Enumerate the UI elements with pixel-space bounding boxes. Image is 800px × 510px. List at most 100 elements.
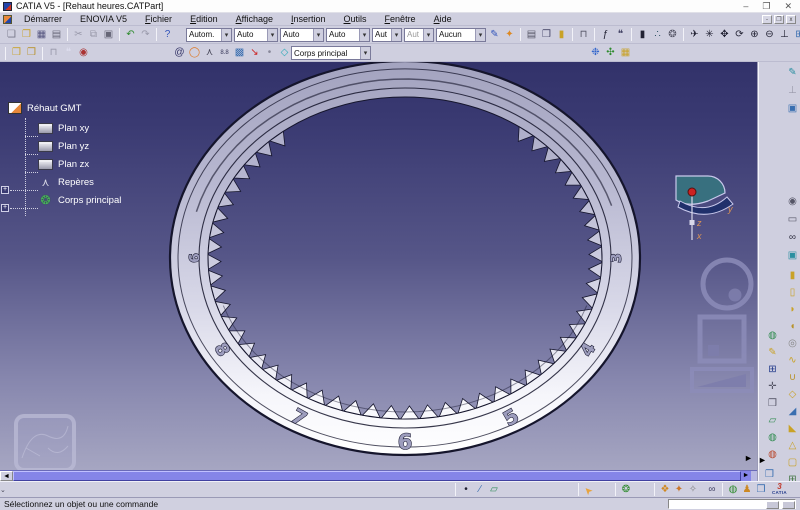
catalog-open-icon[interactable]: ❒ [9,46,24,61]
horizontal-scrollbar[interactable]: ◄ ► [0,470,757,481]
dial-knob[interactable] [729,289,742,302]
dimensions-icon[interactable]: 8.8 [217,46,232,61]
graph-tree-icon[interactable]: ∴ [650,27,665,42]
doc-library-icon[interactable]: ❒ [754,483,768,497]
sketcher-icon[interactable]: ✎ [785,65,800,80]
expand-icon[interactable]: + [1,186,9,194]
child-minimize-button[interactable]: - [762,15,772,24]
menu-d-marrer[interactable]: Démarrer [15,14,71,24]
render-style-icon[interactable]: ▣ [785,248,800,263]
whats-this-icon[interactable]: ? [160,27,175,42]
viewport-frame-icon[interactable]: ▭ [785,212,800,227]
chain-glasses-icon[interactable]: ∞ [705,483,719,497]
projection-box-icon[interactable]: ▣ [785,101,800,116]
slot-icon[interactable]: ∪ [785,370,800,385]
chevron-down-icon[interactable]: ▾ [423,29,433,41]
close-button[interactable]: ✕ [784,1,792,12]
green-pinwheel-icon[interactable]: ✣ [603,46,618,61]
body-selector-combo[interactable]: Corps principal ▾ [291,46,371,60]
plane-icon[interactable]: ▱ [487,483,501,497]
status-button-1[interactable] [766,501,779,509]
small-dot-icon[interactable]: • [262,46,277,61]
tree-node-plan-zx[interactable]: Plan zx [38,156,89,172]
screen-mode-icon[interactable]: ▮ [635,27,650,42]
blue-box-icon[interactable]: ▩ [232,46,247,61]
chevron-down-icon[interactable]: ▾ [221,29,231,41]
scroll-left-arrow[interactable]: ◄ [0,471,13,481]
expand-icon[interactable]: + [1,204,9,212]
graphic-combo-2[interactable]: Auto▾ [280,28,324,42]
transform-box-icon[interactable]: ❒ [765,396,780,411]
powercopy-create-icon[interactable]: ❖ [658,483,672,497]
menu-fichier[interactable]: Fichier [136,14,181,24]
restore-button[interactable]: ❐ [762,1,770,12]
graphic-combo-3[interactable]: Auto▾ [326,28,370,42]
overlay-widgets[interactable] [688,257,757,399]
toolbar-overflow-icon[interactable]: ► [758,455,767,465]
macro-bench-icon[interactable]: ▤ [524,27,539,42]
knowledge-gear-icon[interactable]: ❂ [619,483,633,497]
new-document-icon[interactable]: ❏ [4,27,19,42]
menu-outils[interactable]: Outils [335,14,376,24]
tree-node-plan-xy[interactable]: Plan xy [38,120,89,136]
normal-view-icon[interactable]: ⊥ [777,27,792,42]
loft-icon[interactable]: ◇ [785,387,800,402]
zoom-in-icon[interactable]: ⊕ [747,27,762,42]
compass-pivot[interactable] [688,188,696,196]
scrollbar-thumb[interactable] [13,471,741,481]
update-icon[interactable]: ❂ [665,27,680,42]
open-icon[interactable]: ❐ [19,27,34,42]
menu-enovia-v5[interactable]: ENOVIA V5 [71,14,136,24]
pocket-icon[interactable]: ▯ [785,285,800,300]
menu-fen-tre[interactable]: Fenêtre [376,14,425,24]
rotate-icon[interactable]: ⟳ [732,27,747,42]
hole-icon[interactable]: ◎ [785,336,800,351]
slider-wedge[interactable] [697,374,746,387]
compass-handle[interactable] [690,220,695,225]
red-arrow-icon[interactable]: ↘ [247,46,262,61]
mail-icon[interactable]: @ [172,46,187,61]
chevron-down-icon[interactable]: ▾ [359,29,369,41]
rib-icon[interactable]: ∿ [785,353,800,368]
copy-icon[interactable]: ⧉ [86,27,101,42]
chamfer-icon[interactable]: ◣ [785,421,800,436]
scroll-right-arrow[interactable]: ► [741,471,751,481]
cyan-diamond-icon[interactable]: ◇ [277,46,292,61]
graphic-combo-4[interactable]: Aut▾ [372,28,402,42]
child-restore-button[interactable]: ❐ [774,15,784,24]
tree-node-corps-principal[interactable]: ❂ Corps principal [38,192,121,208]
annotation-balloon-icon[interactable]: ❝ [613,27,628,42]
palette-icon[interactable]: ▦ [618,46,633,61]
menu-insertion[interactable]: Insertion [282,14,335,24]
tree-node-reperes[interactable]: ⋏ Repères [38,174,94,190]
catalog-save-icon[interactable]: ❒ [24,46,39,61]
line-icon[interactable]: ∕ [473,483,487,497]
paint-splash-icon[interactable]: ❉ [588,46,603,61]
fillet-icon[interactable]: ◢ [785,404,800,419]
fly-mode-icon[interactable]: ✈ [687,27,702,42]
chevron-down-icon[interactable]: ▾ [313,29,323,41]
3d-compass[interactable]: y z x [670,160,750,252]
save-icon[interactable]: ▦ [34,27,49,42]
graphic-combo-5[interactable]: Aut▾ [404,28,434,42]
chevron-down-icon[interactable]: ▾ [267,29,277,41]
graphic-combo-1[interactable]: Auto▾ [234,28,278,42]
wizard-wand-icon[interactable]: ✦ [502,27,517,42]
menu-edition[interactable]: Edition [181,14,227,24]
powercopy-save-icon[interactable]: ✦ [672,483,686,497]
shell-icon[interactable]: ▢ [785,455,800,470]
menu-aide[interactable]: Aide [425,14,461,24]
tree-node-root[interactable]: Réhaut GMT [8,100,81,116]
pad-knob[interactable] [708,345,719,356]
paste-icon[interactable]: ▣ [101,27,116,42]
3d-viewport[interactable]: 3456789 Réhaut GMT Plan xy Plan yz [0,62,757,470]
minimize-button[interactable]: – [743,1,748,12]
orange-ring-icon[interactable]: ◯ [187,46,202,61]
shaft-icon[interactable]: ◗ [785,302,800,317]
doc-books-icon[interactable]: ❒ [762,467,777,482]
wax-seal-icon[interactable]: ◉ [76,46,91,61]
green-plane-icon[interactable]: ▱ [765,413,780,428]
measure-bench-icon[interactable]: ⊓ [46,46,61,61]
sketch-tools-icon[interactable]: ✎ [765,345,780,360]
grid-icon[interactable]: ⊞ [765,362,780,377]
